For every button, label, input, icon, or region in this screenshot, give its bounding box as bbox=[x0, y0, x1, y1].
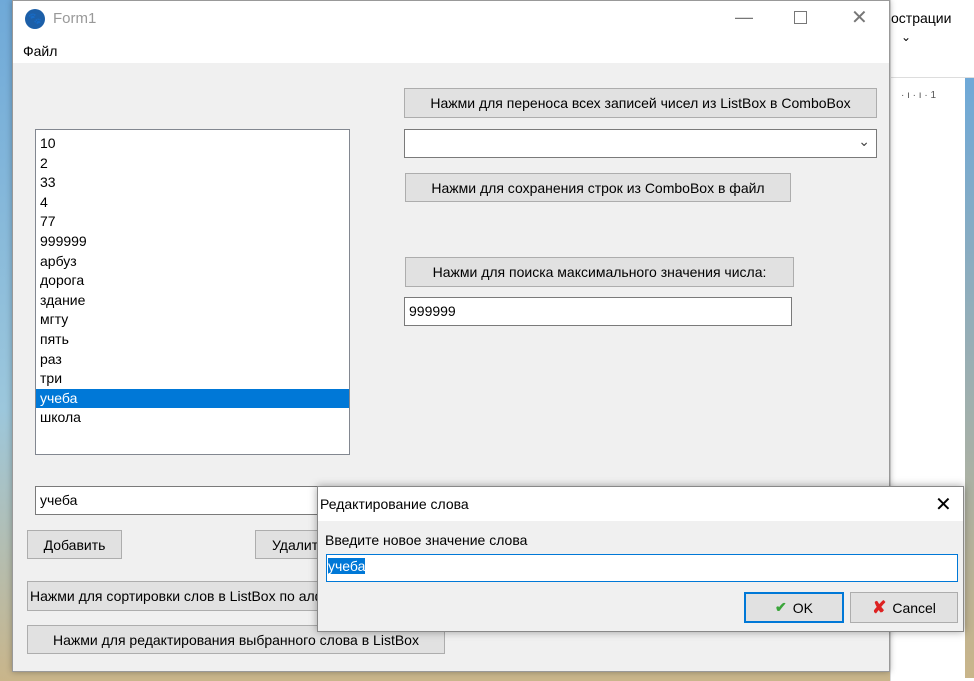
transfer-to-combobox-button[interactable]: Нажми для переноса всех записей чисел из… bbox=[404, 88, 877, 118]
ruler: · ı · ı · 1 bbox=[901, 90, 965, 108]
listbox-item[interactable]: учеба bbox=[36, 388, 349, 409]
listbox-item[interactable]: пять bbox=[36, 330, 349, 350]
checkmark-icon: ✔ bbox=[775, 599, 787, 615]
dialog-title: Редактирование слова bbox=[320, 496, 469, 512]
listbox-item[interactable]: три bbox=[36, 369, 349, 389]
listbox-item[interactable]: школа bbox=[36, 408, 349, 428]
max-value-field[interactable]: 999999 bbox=[404, 297, 792, 326]
window-title: Form1 bbox=[53, 10, 97, 27]
word-input[interactable]: учеба bbox=[35, 486, 350, 515]
edit-word-dialog: Редактирование слова ✕ Введите новое зна… bbox=[317, 486, 964, 632]
x-icon: ✘ bbox=[872, 597, 887, 617]
cancel-button[interactable]: ✘ Cancel bbox=[850, 592, 958, 623]
dialog-close-button[interactable]: ✕ bbox=[935, 492, 952, 517]
listbox-item[interactable]: здание bbox=[36, 291, 349, 311]
document-background bbox=[965, 78, 974, 678]
listbox-item[interactable]: дорога bbox=[36, 271, 349, 291]
title-bar[interactable]: 🐾 Form1 — ✕ bbox=[13, 1, 889, 37]
selected-text: учеба bbox=[328, 558, 366, 574]
app-paw-icon: 🐾 bbox=[25, 9, 45, 29]
listbox-item[interactable]: раз bbox=[36, 350, 349, 370]
cancel-label: Cancel bbox=[892, 599, 936, 616]
listbox-item[interactable]: мгту bbox=[36, 310, 349, 330]
new-word-input[interactable]: учеба bbox=[326, 554, 958, 582]
dialog-title-bar[interactable]: Редактирование слова ✕ bbox=[318, 487, 963, 521]
menu-bar: Файл bbox=[13, 37, 889, 63]
listbox-item[interactable]: 4 bbox=[36, 193, 349, 213]
listbox-item[interactable]: 10 bbox=[36, 134, 349, 154]
save-combobox-button[interactable]: Нажми для сохранения строк из ComboBox в… bbox=[405, 173, 791, 202]
listbox-item[interactable]: 999999 bbox=[36, 232, 349, 252]
add-button[interactable]: Добавить bbox=[27, 530, 122, 559]
word-ribbon: острации ⌄ bbox=[891, 0, 974, 78]
chevron-down-icon[interactable]: ⌄ bbox=[858, 133, 870, 150]
listbox-item[interactable]: 77 bbox=[36, 212, 349, 232]
listbox-item[interactable]: арбуз bbox=[36, 252, 349, 272]
ok-button[interactable]: ✔ OK bbox=[744, 592, 844, 623]
menu-file[interactable]: Файл bbox=[23, 43, 57, 59]
minimize-button[interactable]: — bbox=[735, 7, 753, 28]
maximize-button[interactable] bbox=[794, 11, 807, 24]
words-listbox[interactable]: 10 2 33 4 77 999999 арбуз дорога здание мгту пять р… bbox=[35, 129, 350, 455]
find-max-button[interactable]: Нажми для поиска максимального значения … bbox=[405, 257, 794, 287]
listbox-item[interactable]: 33 bbox=[36, 173, 349, 193]
dialog-prompt: Введите новое значение слова bbox=[325, 532, 528, 548]
chevron-down-icon: ⌄ bbox=[901, 30, 912, 44]
ribbon-label: острации bbox=[891, 10, 952, 26]
close-button[interactable]: ✕ bbox=[851, 5, 868, 30]
ok-label: OK bbox=[792, 599, 813, 616]
listbox-item[interactable]: 2 bbox=[36, 154, 349, 174]
numbers-combobox[interactable]: ⌄ bbox=[404, 129, 877, 158]
